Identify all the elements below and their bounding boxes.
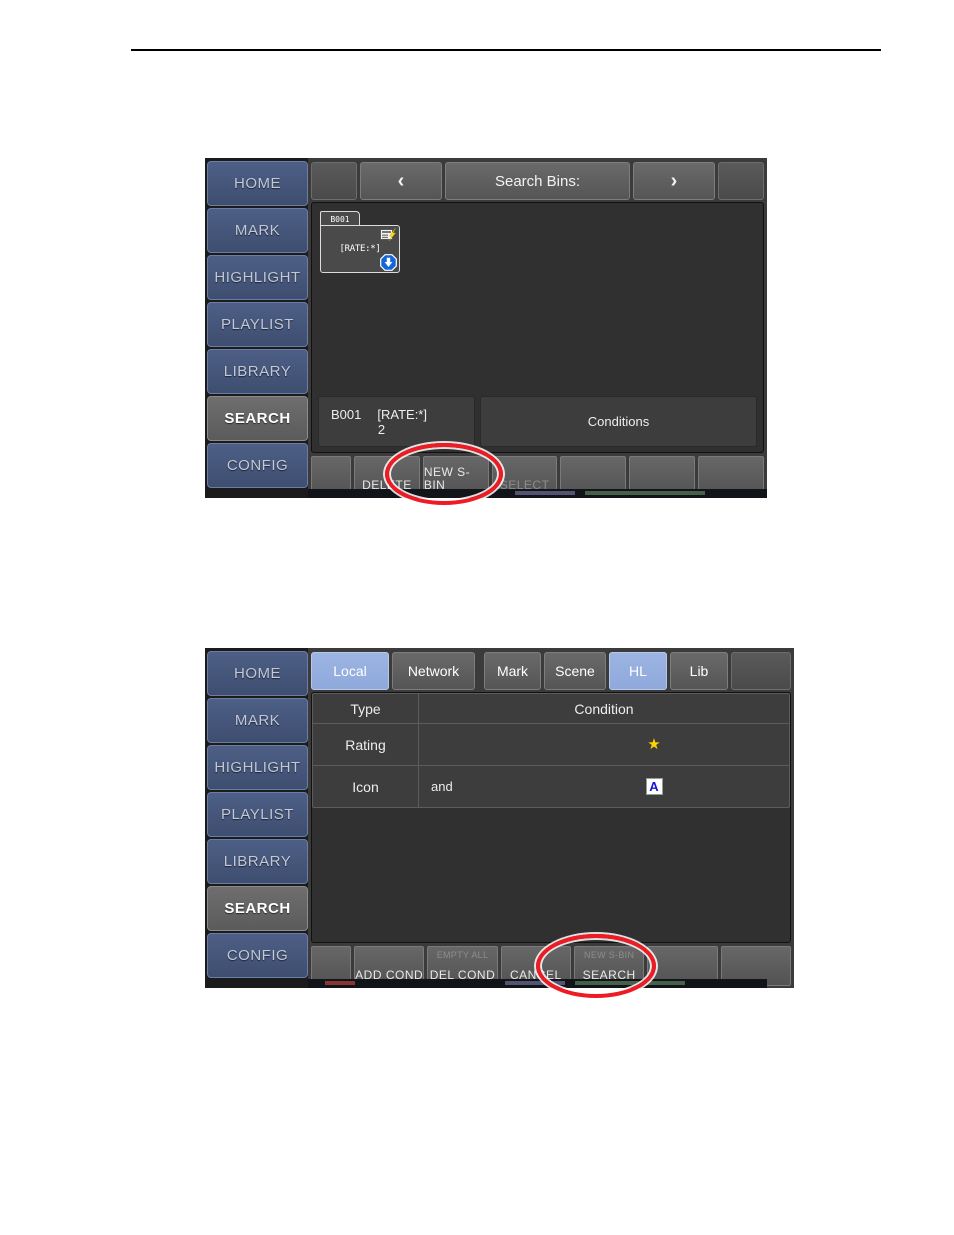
sidebar-item-search[interactable]: SEARCH <box>207 886 308 931</box>
sidebar-item-playlist[interactable]: PLAYLIST <box>207 302 308 347</box>
topbar-spacer-left <box>311 162 357 200</box>
sidebar-item-label: SEARCH <box>224 410 291 427</box>
edit-list-icon <box>380 227 396 242</box>
tab-label: Mark <box>496 663 529 679</box>
sidebar-item-config[interactable]: CONFIG <box>207 933 308 978</box>
sidebar-item-label: HIGHLIGHT <box>214 759 301 776</box>
sidebar-item-playlist[interactable]: PLAYLIST <box>207 792 308 837</box>
top-navigation-bar: ‹ Search Bins: › <box>311 162 764 200</box>
sidebar-item-label: LIBRARY <box>223 363 292 380</box>
yellow-star-icon: ★ <box>647 736 661 753</box>
conditions-content: Type Condition Rating ★ Icon and A <box>311 692 791 943</box>
tab-lib[interactable]: Lib <box>670 652 728 690</box>
page-title-label: Search Bins: <box>494 172 581 190</box>
sidebar-item-label: PLAYLIST <box>221 316 294 333</box>
blue-letter-a-icon: A <box>645 778 663 795</box>
source-tab-bar: Local Network Mark Scene HL Lib <box>311 652 791 690</box>
page-title[interactable]: Search Bins: <box>445 162 630 200</box>
sidebar-item-highlight[interactable]: HIGHLIGHT <box>207 745 308 790</box>
tab-local[interactable]: Local <box>311 652 389 690</box>
search-bin-item[interactable]: B001 [RATE:*] <box>320 211 400 273</box>
screenshot-panel-search-bins: HOME MARK HIGHLIGHT PLAYLIST LIBRARY SEA… <box>205 158 767 498</box>
sidebar-item-mark[interactable]: MARK <box>207 698 308 743</box>
screenshot-panel-search-conditions: HOME MARK HIGHLIGHT PLAYLIST LIBRARY SEA… <box>205 648 794 988</box>
column-header-type: Type <box>313 694 419 723</box>
tab-spacer <box>731 652 791 690</box>
blue-down-arrow-icon <box>380 254 397 271</box>
bin-body: [RATE:*] <box>320 225 400 273</box>
tab-label: Local <box>333 663 367 679</box>
bin-condition-label: [RATE:*] <box>339 244 381 254</box>
row-value: ★ <box>519 724 789 765</box>
sidebar-item-library[interactable]: LIBRARY <box>207 839 308 884</box>
sidebar-item-config[interactable]: CONFIG <box>207 443 308 488</box>
search-bins-content: B001 [RATE:*] B001 [RATE:*] 2 Conditions <box>311 202 764 453</box>
sidebar-item-home[interactable]: HOME <box>207 651 308 696</box>
row-operator: and <box>431 779 453 794</box>
bin-summary-condition: [RATE:*] <box>377 406 427 422</box>
table-header-row: Type Condition <box>313 694 789 724</box>
tab-label: Lib <box>689 663 709 679</box>
sidebar-item-label: MARK <box>234 222 281 239</box>
column-header-condition: Condition <box>574 700 634 717</box>
sidebar-item-mark[interactable]: MARK <box>207 208 308 253</box>
bin-info-row: B001 [RATE:*] 2 Conditions <box>312 396 763 452</box>
sidebar: HOME MARK HIGHLIGHT PLAYLIST LIBRARY SEA… <box>205 648 308 988</box>
tab-network[interactable]: Network <box>392 652 475 690</box>
row-value: A <box>519 766 789 807</box>
sidebar-item-label: HOME <box>234 665 281 682</box>
topbar-spacer-right <box>718 162 764 200</box>
sidebar-item-label: HIGHLIGHT <box>214 269 301 286</box>
tab-label: Scene <box>555 663 595 679</box>
chevron-right-icon: › <box>670 169 678 192</box>
sidebar-item-highlight[interactable]: HIGHLIGHT <box>207 255 308 300</box>
sidebar-item-label: SEARCH <box>224 900 291 917</box>
row-type-rating: Rating <box>313 724 419 765</box>
previous-page-button[interactable]: ‹ <box>360 162 442 200</box>
tab-mark[interactable]: Mark <box>484 652 541 690</box>
bin-grid: B001 [RATE:*] <box>312 203 763 396</box>
row-type-icon: Icon <box>313 766 419 807</box>
sidebar-item-label: MARK <box>234 712 281 729</box>
tab-hl[interactable]: HL <box>609 652 667 690</box>
conditions-button[interactable]: Conditions <box>480 396 757 447</box>
sidebar-item-label: CONFIG <box>226 947 289 964</box>
sidebar-item-home[interactable]: HOME <box>207 161 308 206</box>
sidebar-item-label: CONFIG <box>226 457 289 474</box>
toolbar-sub-label: NEW S-BIN <box>584 950 635 960</box>
main-area: Local Network Mark Scene HL Lib Type Con… <box>308 648 794 988</box>
bin-summary-count: 2 <box>377 421 386 437</box>
bin-summary-name: B001 <box>331 406 362 422</box>
conditions-label: Conditions <box>587 414 650 429</box>
tab-label: Network <box>407 663 460 679</box>
sidebar-item-search[interactable]: SEARCH <box>207 396 308 441</box>
main-area: ‹ Search Bins: › B001 [RATE:*] B001 [RAT… <box>308 158 767 498</box>
tab-label: HL <box>629 663 647 679</box>
sidebar-item-library[interactable]: LIBRARY <box>207 349 308 394</box>
conditions-table: Type Condition Rating ★ Icon and A <box>312 693 790 808</box>
sidebar: HOME MARK HIGHLIGHT PLAYLIST LIBRARY SEA… <box>205 158 308 498</box>
conditions-empty-space <box>312 808 790 942</box>
chevron-left-icon: ‹ <box>397 169 405 192</box>
table-row[interactable]: Rating ★ <box>313 724 789 766</box>
toolbar-sub-label: EMPTY ALL <box>436 950 489 960</box>
next-page-button[interactable]: › <box>633 162 715 200</box>
sidebar-item-label: PLAYLIST <box>221 806 294 823</box>
bin-tab-label: B001 <box>320 211 360 226</box>
table-row[interactable]: Icon and A <box>313 766 789 807</box>
sidebar-item-label: LIBRARY <box>223 853 292 870</box>
tab-scene[interactable]: Scene <box>544 652 606 690</box>
row-operator <box>419 724 519 765</box>
page-header-rule <box>131 49 881 51</box>
bin-summary-cell[interactable]: B001 [RATE:*] 2 <box>318 396 475 447</box>
sidebar-item-label: HOME <box>234 175 281 192</box>
